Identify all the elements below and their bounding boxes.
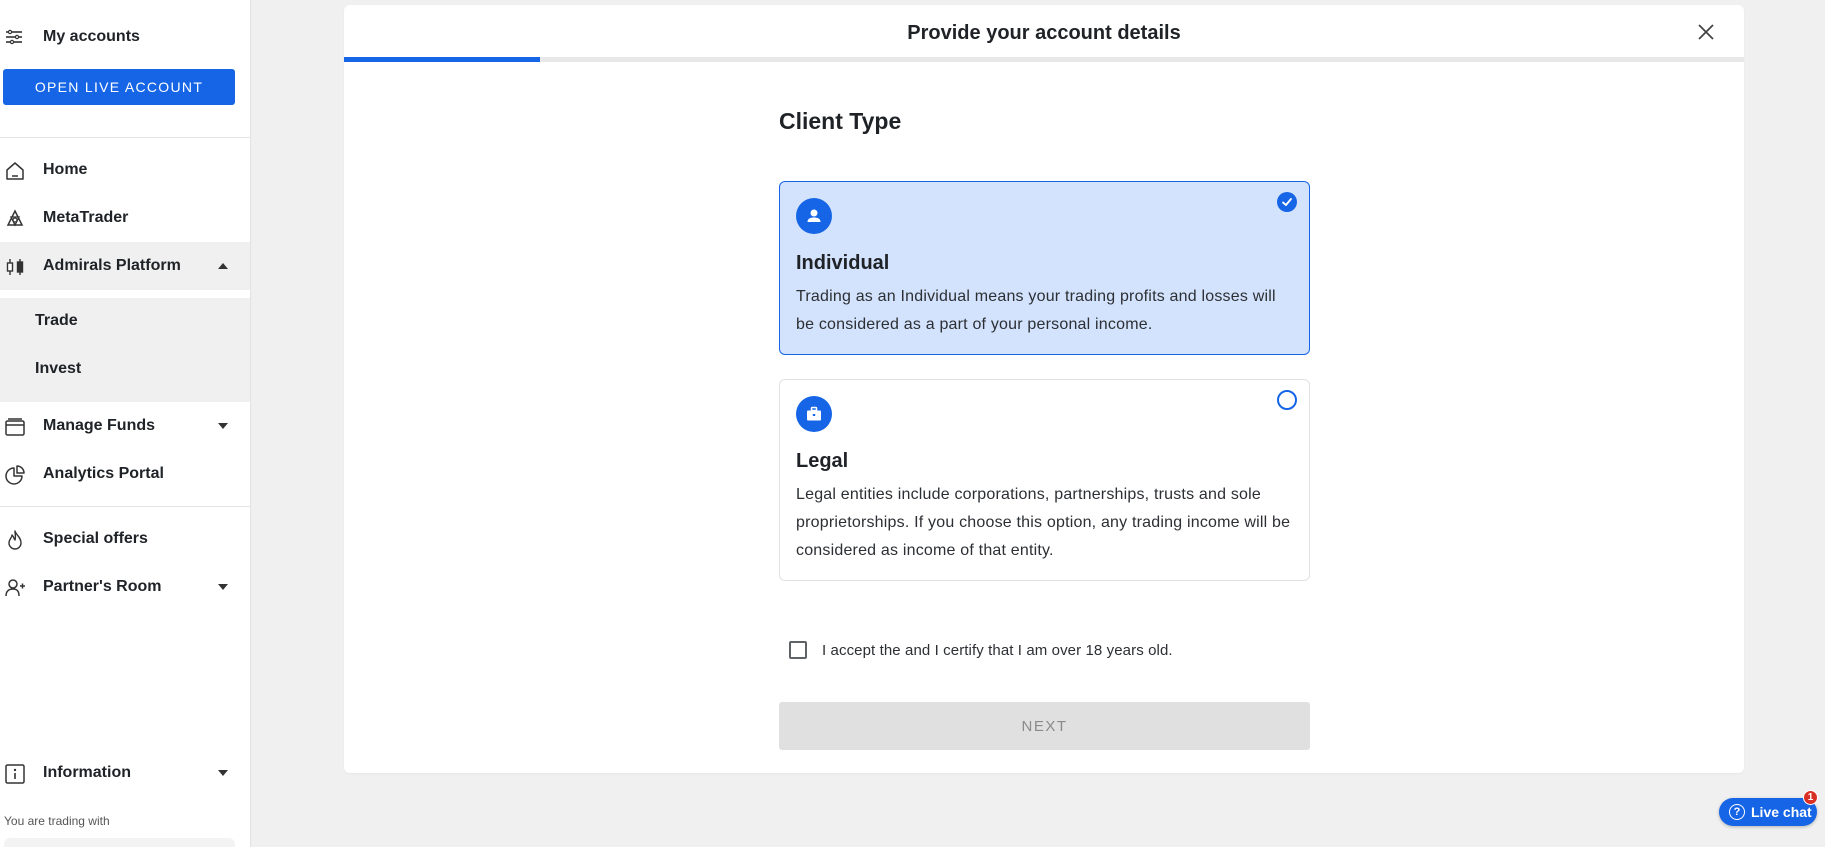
my-accounts-header[interactable]: My accounts bbox=[0, 20, 250, 54]
chevron-down-icon[interactable] bbox=[218, 769, 228, 777]
next-button[interactable]: NEXT bbox=[779, 702, 1310, 750]
progress-bar bbox=[344, 57, 1744, 62]
sidebar-item-analytics-portal[interactable]: Analytics Portal bbox=[0, 450, 250, 498]
sidebar-item-metatrader[interactable]: MetaTrader bbox=[0, 194, 250, 242]
person-add-icon bbox=[5, 579, 25, 597]
sidebar-item-label: Partner's Room bbox=[43, 578, 162, 595]
info-icon bbox=[5, 764, 25, 784]
sidebar-subitem-trade[interactable]: Trade bbox=[35, 312, 78, 330]
menu-icon[interactable] bbox=[4, 29, 24, 45]
chevron-down-icon[interactable] bbox=[218, 583, 228, 591]
my-accounts-title: My accounts bbox=[43, 28, 140, 45]
sidebar-item-label: Analytics Portal bbox=[43, 465, 164, 482]
home-icon bbox=[6, 162, 24, 180]
briefcase-icon bbox=[796, 396, 832, 432]
option-title: Legal bbox=[796, 450, 849, 472]
sidebar-divider bbox=[0, 137, 251, 138]
sidebar-item-label: Home bbox=[43, 161, 88, 178]
wallet-icon bbox=[5, 418, 25, 436]
person-icon bbox=[796, 198, 832, 234]
terms-checkbox[interactable] bbox=[789, 641, 807, 659]
section-title: Client Type bbox=[779, 108, 902, 134]
check-circle-icon[interactable] bbox=[1277, 192, 1297, 212]
trading-with-label: You are trading with bbox=[4, 814, 110, 828]
terms-acceptance-row[interactable]: I accept the and I certify that I am ove… bbox=[789, 639, 1173, 661]
progress-bar-fill bbox=[344, 57, 540, 62]
sidebar-item-label: Manage Funds bbox=[43, 417, 156, 434]
option-description: Trading as an Individual means your trad… bbox=[796, 288, 1276, 333]
option-title: Individual bbox=[796, 252, 890, 274]
chevron-down-icon[interactable] bbox=[218, 422, 228, 430]
live-chat-button[interactable]: ? Live chat bbox=[1719, 798, 1817, 826]
candlestick-icon bbox=[6, 259, 24, 275]
sidebar-subitem-invest[interactable]: Invest bbox=[35, 360, 81, 378]
terms-acceptance-text: I accept the and I certify that I am ove… bbox=[822, 641, 1173, 659]
sidebar-item-label: MetaTrader bbox=[43, 209, 129, 226]
client-type-option-legal[interactable]: Legal Legal entities include corporation… bbox=[779, 379, 1310, 581]
pie-chart-icon bbox=[5, 465, 25, 485]
trading-entity-selector[interactable] bbox=[4, 838, 235, 847]
close-icon[interactable] bbox=[1694, 20, 1718, 44]
account-details-dialog: Provide your account details Client Type… bbox=[344, 5, 1744, 773]
dialog-title: Provide your account details bbox=[907, 22, 1181, 44]
live-chat-label: Live chat bbox=[1751, 804, 1812, 820]
open-live-account-button[interactable]: OPEN LIVE ACCOUNT bbox=[3, 69, 235, 105]
option-description: Legal entities include corporations, par… bbox=[796, 486, 1291, 559]
sidebar-item-label: Special offers bbox=[43, 530, 148, 547]
chevron-up-icon[interactable] bbox=[218, 262, 228, 270]
sidebar-item-information[interactable]: Information bbox=[0, 749, 250, 797]
admirals-platform-submenu: Trade Invest bbox=[0, 298, 250, 402]
notification-badge: 1 bbox=[1803, 790, 1818, 805]
sidebar: My accounts OPEN LIVE ACCOUNT Home MetaT… bbox=[0, 0, 251, 847]
metatrader-icon bbox=[6, 209, 24, 227]
flame-icon bbox=[8, 530, 22, 550]
sidebar-divider bbox=[0, 506, 251, 507]
sidebar-item-manage-funds[interactable]: Manage Funds bbox=[0, 402, 250, 450]
sidebar-item-admirals-platform[interactable]: Admirals Platform bbox=[0, 242, 250, 290]
client-type-option-individual[interactable]: Individual Trading as an Individual mean… bbox=[779, 181, 1310, 355]
sidebar-item-special-offers[interactable]: Special offers bbox=[0, 515, 250, 563]
sidebar-item-partners-room[interactable]: Partner's Room bbox=[0, 563, 250, 611]
question-icon: ? bbox=[1729, 804, 1745, 820]
sidebar-item-home[interactable]: Home bbox=[0, 146, 250, 194]
sidebar-item-label: Information bbox=[43, 764, 131, 781]
sidebar-item-label: Admirals Platform bbox=[43, 257, 181, 274]
radio-icon[interactable] bbox=[1277, 390, 1297, 410]
